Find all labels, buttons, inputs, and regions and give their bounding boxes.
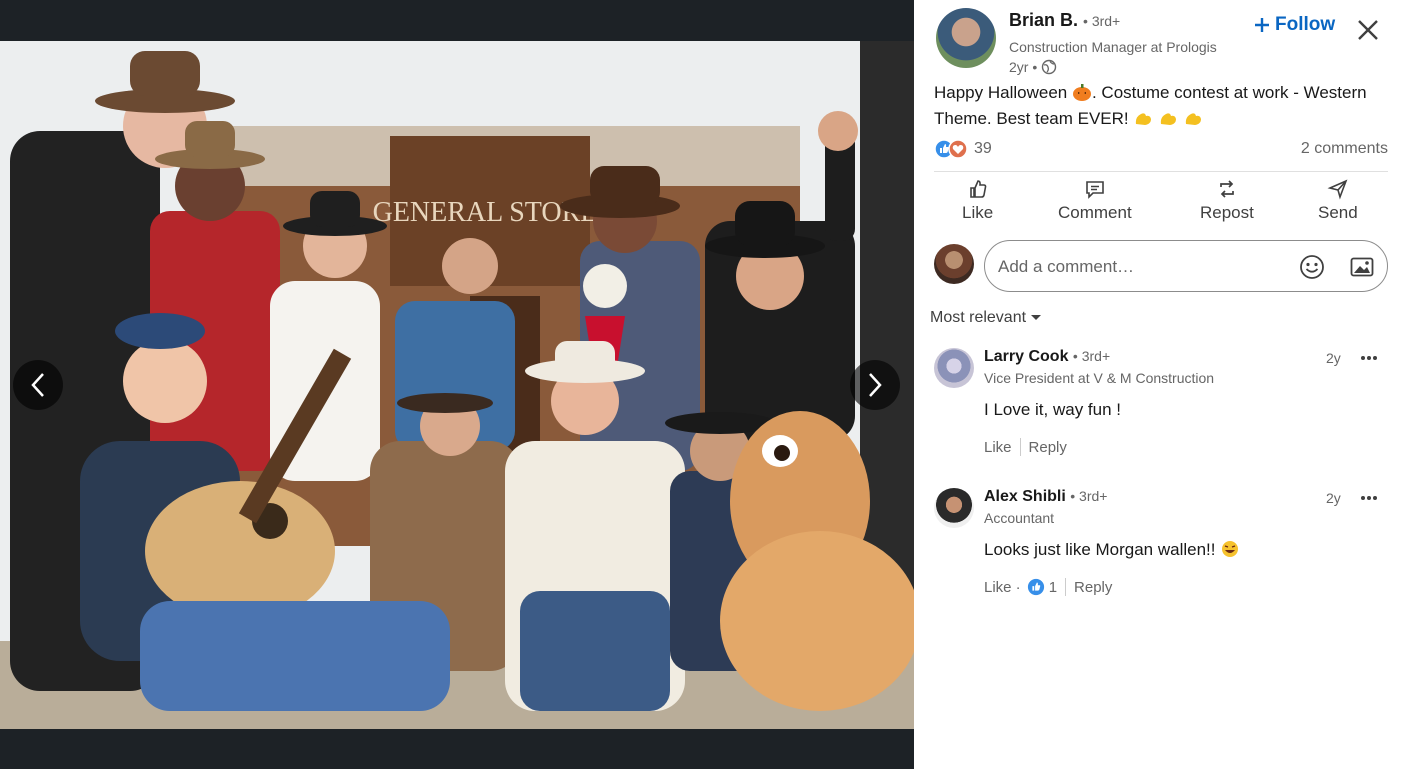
next-image-button[interactable]	[850, 360, 900, 410]
comment-label: Comment	[1058, 203, 1132, 222]
author-avatar[interactable]	[936, 8, 996, 68]
comment-item: Larry Cook • 3rd+ Vice President at V & …	[934, 348, 1388, 468]
post-details-panel: Brian B. • 3rd+ Construction Manager at …	[914, 0, 1408, 769]
commenter-name[interactable]: Alex Shibli • 3rd+	[984, 488, 1107, 506]
comment-item: Alex Shibli • 3rd+ Accountant 2y Looks j…	[934, 488, 1388, 608]
like-button[interactable]: Like	[962, 178, 993, 223]
comment-reply-button[interactable]: Reply	[1029, 439, 1067, 456]
flexed-biceps-emoji	[1136, 113, 1152, 125]
connection-degree: • 3rd+	[1072, 348, 1111, 364]
comment-text-content: Looks just like Morgan wallen!!	[984, 540, 1216, 559]
commenter-name[interactable]: Larry Cook • 3rd+	[984, 348, 1110, 366]
commenter-name-text[interactable]: Alex Shibli	[984, 488, 1066, 505]
follow-button[interactable]: Follow	[1254, 14, 1335, 36]
post-time: 2yr •	[1009, 59, 1038, 75]
comment-reply-button[interactable]: Reply	[1074, 579, 1112, 596]
more-options-icon[interactable]	[1358, 348, 1380, 368]
thumbs-up-icon	[969, 180, 986, 198]
like-label: Like	[962, 203, 994, 222]
more-options-icon[interactable]	[1358, 488, 1380, 508]
post-text: Happy Halloween . Costume contest at wor…	[934, 80, 1394, 132]
post-photo: GENERAL STORE	[0, 41, 914, 729]
comment-input[interactable]: Add a comment…	[984, 240, 1388, 292]
sort-label: Most relevant	[930, 309, 1027, 326]
add-comment-row: Add a comment…	[934, 240, 1388, 292]
speech-bubble-icon	[1086, 181, 1104, 199]
social-counts: 39 2 comments	[934, 138, 1388, 162]
commenter-avatar[interactable]	[934, 488, 974, 528]
author-name-text[interactable]: Brian B.	[1009, 10, 1078, 30]
pumpkin-emoji	[1072, 84, 1091, 101]
commenter-avatar[interactable]	[934, 348, 974, 388]
comment-button[interactable]: Comment	[1058, 178, 1132, 223]
post-text-part: Happy Halloween	[934, 83, 1068, 102]
repost-button[interactable]: Repost	[1200, 178, 1254, 223]
emoji-icon[interactable]	[1299, 254, 1325, 280]
comment-time: 2y	[1326, 350, 1341, 366]
plus-icon	[1255, 18, 1269, 32]
divider	[1019, 438, 1021, 456]
reactions-summary[interactable]: 39	[934, 139, 992, 159]
post-actions: Like Comment Repost Send	[934, 178, 1388, 228]
comment-actions: Like · 1 Reply	[984, 578, 1112, 596]
love-reaction-icon	[948, 139, 968, 159]
author-name[interactable]: Brian B. • 3rd+	[1009, 10, 1120, 31]
laughing-emoji	[1222, 541, 1239, 557]
comment-time: 2y	[1326, 490, 1341, 506]
chevron-right-icon	[869, 373, 882, 397]
divider	[1065, 578, 1067, 596]
repost-icon	[1220, 180, 1234, 198]
post-text-part: . Costume contest at work - Western	[1091, 83, 1367, 102]
author-headline: Construction Manager at Prologis	[1009, 39, 1217, 55]
chevron-left-icon	[31, 373, 44, 397]
divider	[934, 171, 1388, 172]
close-icon[interactable]	[1354, 16, 1382, 44]
send-label: Send	[1318, 203, 1358, 222]
comment-text: Looks just like Morgan wallen!!	[984, 540, 1240, 560]
post-meta: 2yr •	[1009, 59, 1057, 75]
paper-plane-icon	[1327, 179, 1348, 200]
comment-like-button[interactable]: Like	[984, 439, 1012, 456]
image-icon[interactable]	[1349, 254, 1375, 280]
post-text-part: Theme. Best team EVER!	[934, 109, 1129, 128]
current-user-avatar	[934, 244, 974, 284]
comment-like-button[interactable]: Like ·	[984, 579, 1021, 596]
globe-icon	[1042, 59, 1057, 75]
photo-viewer: GENERAL STORE	[0, 0, 914, 769]
comment-reaction-count[interactable]: 1	[1049, 579, 1057, 596]
backdrop-sign: GENERAL STORE	[373, 197, 598, 228]
commenter-name-text[interactable]: Larry Cook	[984, 348, 1068, 365]
send-button[interactable]: Send	[1318, 178, 1358, 223]
previous-image-button[interactable]	[13, 360, 63, 410]
flexed-biceps-emoji	[1160, 113, 1177, 125]
flexed-biceps-emoji	[1185, 113, 1201, 125]
repost-label: Repost	[1200, 203, 1254, 222]
connection-degree: • 3rd+	[1070, 488, 1108, 504]
comment-placeholder: Add a comment…	[998, 257, 1135, 276]
connection-degree: • 3rd+	[1083, 13, 1121, 29]
comment-actions: Like Reply	[984, 438, 1067, 456]
caret-down-icon	[1031, 315, 1042, 320]
commenter-headline: Accountant	[984, 510, 1055, 526]
comment-text: I Love it, way fun !	[984, 400, 1122, 419]
like-reaction-icon	[1027, 578, 1044, 596]
follow-label: Follow	[1275, 14, 1336, 35]
commenter-headline: Vice President at V & M Construction	[984, 370, 1215, 386]
sort-comments-dropdown[interactable]: Most relevant	[930, 309, 1042, 327]
comments-count[interactable]: 2 comments	[1301, 140, 1388, 158]
reaction-count[interactable]: 39	[974, 140, 992, 158]
post-viewer-modal: GENERAL STORE Brian B. • 3rd+ Constructi…	[0, 0, 1408, 769]
